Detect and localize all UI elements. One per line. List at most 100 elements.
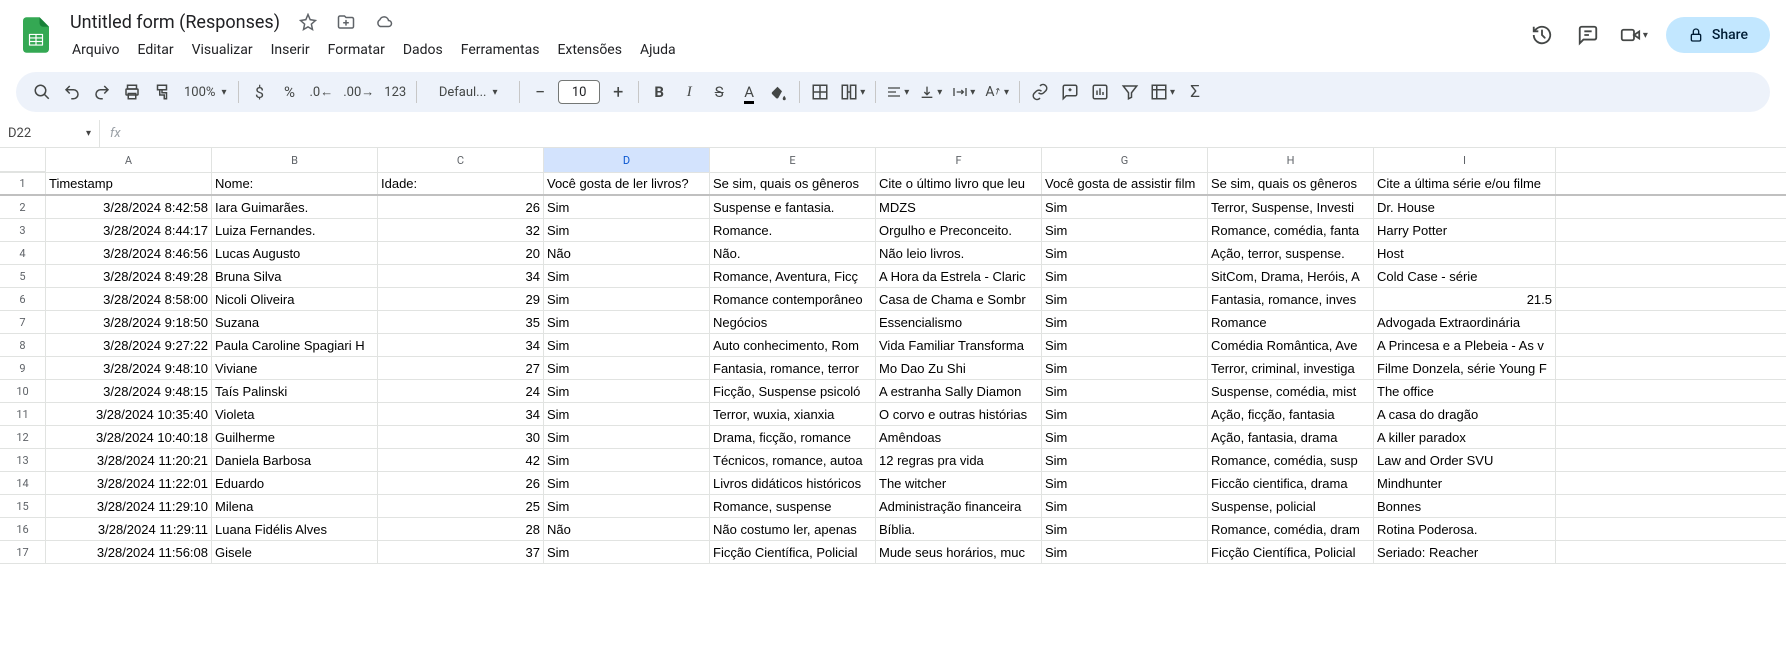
row-header-10[interactable]: 10 [0, 380, 46, 402]
cell[interactable]: Sim [1042, 357, 1208, 379]
italic-icon[interactable]: I [675, 78, 703, 106]
cell[interactable]: Romance. [710, 219, 876, 241]
menu-editar[interactable]: Editar [130, 38, 182, 62]
row-header-16[interactable]: 16 [0, 518, 46, 540]
cell[interactable]: The office [1374, 380, 1556, 402]
cell[interactable]: Dr. House [1374, 196, 1556, 218]
cell[interactable]: Mo Dao Zu Shi [876, 357, 1042, 379]
col-header-F[interactable]: F [876, 148, 1042, 172]
wrap-icon[interactable]: ▾ [948, 78, 979, 106]
cell[interactable]: Se sim, quais os gêneros [710, 173, 876, 194]
rotate-icon[interactable]: A↗▾ [981, 78, 1013, 106]
cell[interactable]: Livros didáticos históricos [710, 472, 876, 494]
cell[interactable]: 42 [378, 449, 544, 471]
cell[interactable]: Sim [1042, 242, 1208, 264]
menu-visualizar[interactable]: Visualizar [184, 38, 261, 62]
menu-formatar[interactable]: Formatar [320, 38, 393, 62]
cell[interactable]: Cite a última série e/ou filme [1374, 173, 1556, 194]
cell[interactable]: 29 [378, 288, 544, 310]
row-header-17[interactable]: 17 [0, 541, 46, 563]
cell[interactable]: Bíblia. [876, 518, 1042, 540]
cell[interactable]: Sim [544, 449, 710, 471]
cell[interactable]: Bruna Silva [212, 265, 378, 287]
comment-icon[interactable] [1056, 78, 1084, 106]
cell[interactable]: Seriado: Reacher [1374, 541, 1556, 563]
cell[interactable]: Terror, Suspense, Investi [1208, 196, 1374, 218]
cell[interactable]: Essencialismo [876, 311, 1042, 333]
cell[interactable]: Cold Case - série [1374, 265, 1556, 287]
cell[interactable]: Romance, comédia, fanta [1208, 219, 1374, 241]
paint-format-icon[interactable] [148, 78, 176, 106]
strikethrough-icon[interactable]: S [705, 78, 733, 106]
cell[interactable]: 3/28/2024 10:40:18 [46, 426, 212, 448]
percent-icon[interactable]: % [275, 78, 303, 106]
bold-icon[interactable]: B [645, 78, 673, 106]
filter-icon[interactable] [1116, 78, 1144, 106]
cell[interactable]: 3/28/2024 9:48:15 [46, 380, 212, 402]
cell[interactable]: 3/28/2024 8:44:17 [46, 219, 212, 241]
cell[interactable]: Luiza Fernandes. [212, 219, 378, 241]
cell[interactable]: Sim [544, 311, 710, 333]
col-header-G[interactable]: G [1042, 148, 1208, 172]
cell[interactable]: 3/28/2024 11:56:08 [46, 541, 212, 563]
cell[interactable]: 3/28/2024 9:48:10 [46, 357, 212, 379]
cell[interactable]: Sim [544, 196, 710, 218]
cell[interactable]: Sim [1042, 334, 1208, 356]
cell[interactable]: Sim [1042, 495, 1208, 517]
move-icon[interactable] [332, 8, 360, 36]
cell[interactable]: Comédia Romântica, Ave [1208, 334, 1374, 356]
cell[interactable]: Daniela Barbosa [212, 449, 378, 471]
increase-decimal-icon[interactable]: .00→ [339, 78, 378, 106]
redo-icon[interactable] [88, 78, 116, 106]
col-header-A[interactable]: A [46, 148, 212, 172]
decrease-decimal-icon[interactable]: .0← [305, 78, 337, 106]
cell[interactable]: Sim [1042, 311, 1208, 333]
cell[interactable]: Sim [544, 495, 710, 517]
cell[interactable]: Negócios [710, 311, 876, 333]
table-views-icon[interactable]: ▾ [1146, 78, 1179, 106]
cell[interactable]: Suspense, comédia, mist [1208, 380, 1374, 402]
cell[interactable]: Ação, terror, suspense. [1208, 242, 1374, 264]
cell[interactable]: Romance [1208, 311, 1374, 333]
row-header-5[interactable]: 5 [0, 265, 46, 287]
cell[interactable]: Ficção Científica, Policial [710, 541, 876, 563]
cell[interactable]: Nome: [212, 173, 378, 194]
cell[interactable]: O corvo e outras histórias [876, 403, 1042, 425]
cell[interactable]: Suspense e fantasia. [710, 196, 876, 218]
cell[interactable]: Sim [544, 403, 710, 425]
row-header-1[interactable]: 1 [0, 173, 46, 194]
font-select[interactable]: Defaul...▾ [423, 78, 513, 106]
cell[interactable]: Sim [1042, 449, 1208, 471]
cell[interactable]: Romance, comédia, susp [1208, 449, 1374, 471]
cell[interactable]: Terror, wuxia, xianxia [710, 403, 876, 425]
cell[interactable]: 3/28/2024 11:22:01 [46, 472, 212, 494]
text-color-icon[interactable]: A [735, 78, 763, 106]
cell[interactable]: Sim [1042, 518, 1208, 540]
cell[interactable]: 12 regras pra vida [876, 449, 1042, 471]
cell[interactable]: A estranha Sally Diamon [876, 380, 1042, 402]
cell[interactable]: Ficcão cientifica, drama [1208, 472, 1374, 494]
cell[interactable]: Romance, Aventura, Ficç [710, 265, 876, 287]
row-header-8[interactable]: 8 [0, 334, 46, 356]
doc-title[interactable]: Untitled form (Responses) [64, 10, 286, 35]
cell[interactable]: Sim [544, 265, 710, 287]
row-header-2[interactable]: 2 [0, 196, 46, 218]
row-header-4[interactable]: 4 [0, 242, 46, 264]
cell[interactable]: 34 [378, 403, 544, 425]
cell[interactable]: Iara Guimarães. [212, 196, 378, 218]
cell[interactable]: 34 [378, 265, 544, 287]
link-icon[interactable] [1026, 78, 1054, 106]
cell[interactable]: Sim [544, 357, 710, 379]
cell[interactable]: Timestamp [46, 173, 212, 194]
cell[interactable]: 3/28/2024 9:27:22 [46, 334, 212, 356]
cell[interactable]: Sim [544, 219, 710, 241]
cell[interactable]: Eduardo [212, 472, 378, 494]
cell[interactable]: Ficção Científica, Policial [1208, 541, 1374, 563]
cell[interactable]: 3/28/2024 10:35:40 [46, 403, 212, 425]
cell[interactable]: Lucas Augusto [212, 242, 378, 264]
cell[interactable]: Sim [544, 288, 710, 310]
cell[interactable]: Idade: [378, 173, 544, 194]
cell[interactable]: Sim [544, 334, 710, 356]
col-header-H[interactable]: H [1208, 148, 1374, 172]
cell[interactable]: 3/28/2024 8:49:28 [46, 265, 212, 287]
